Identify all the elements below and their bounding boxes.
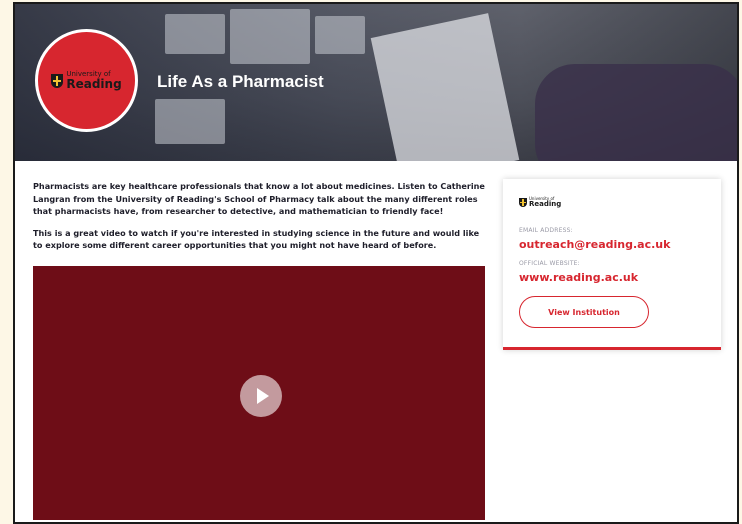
crest-icon — [51, 73, 64, 88]
email-label: EMAIL ADDRESS: — [519, 227, 573, 234]
card-logo-bottom-text: Reading — [529, 200, 562, 208]
page-frame: University of Reading Life As a Pharmaci… — [13, 2, 739, 524]
video-player[interactable] — [33, 266, 485, 520]
university-logo-circle[interactable]: University of Reading — [35, 29, 138, 132]
email-link[interactable]: outreach@reading.ac.uk — [519, 238, 670, 251]
hero-bg-shelf — [230, 9, 310, 64]
hero-bg-paper — [370, 13, 520, 161]
hero-bg-shelf — [155, 99, 225, 144]
institution-card: University of Reading EMAIL ADDRESS: out… — [503, 179, 721, 350]
play-button[interactable] — [240, 375, 282, 417]
website-label: OFFICIAL WEBSITE: — [519, 260, 580, 267]
description: Pharmacists are key healthcare professio… — [33, 180, 491, 261]
hero-banner: University of Reading Life As a Pharmaci… — [15, 4, 737, 161]
hero-bg-shelf — [165, 14, 225, 54]
crest-icon — [519, 198, 527, 207]
logo-bottom-text: Reading — [66, 77, 122, 91]
website-link[interactable]: www.reading.ac.uk — [519, 271, 638, 284]
hero-bg-arm — [535, 64, 737, 161]
page-title: Life As a Pharmacist — [157, 72, 324, 91]
description-paragraph-2: This is a great video to watch if you're… — [33, 227, 480, 251]
play-icon — [256, 388, 269, 404]
hero-bg-shelf — [315, 16, 365, 54]
card-university-logo: University of Reading — [519, 197, 561, 208]
view-institution-button[interactable]: View Institution — [519, 296, 649, 328]
description-paragraph-1: Pharmacists are key healthcare professio… — [33, 181, 485, 216]
